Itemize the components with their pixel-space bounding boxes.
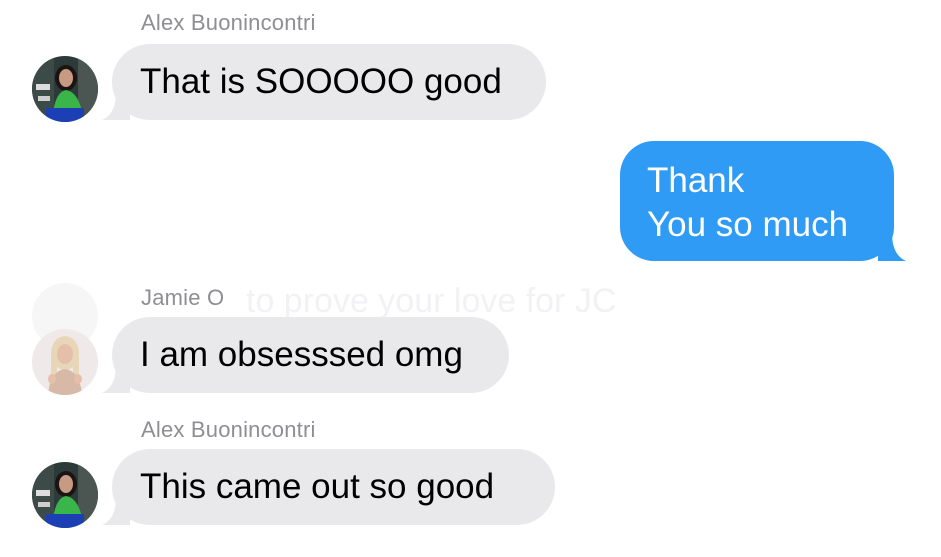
message-text: This came out so good — [140, 467, 495, 506]
avatar[interactable] — [32, 462, 98, 528]
bubble-tail — [878, 233, 906, 261]
bubble-tail — [102, 92, 130, 120]
sender-name: Alex Buonincontri — [141, 10, 316, 35]
message-thread: to prove your love for JC Alex Buonincon… — [0, 0, 941, 557]
sender-name: Alex Buonincontri — [141, 417, 316, 442]
message-text-line: You so much — [647, 205, 849, 244]
message-text: I am obsesssed omg — [140, 335, 463, 374]
avatar[interactable] — [32, 329, 98, 395]
message-bubble[interactable]: I am obsesssed omg — [102, 317, 509, 393]
ghost-overlay-text: to prove your love for JC — [246, 282, 617, 320]
message-text-line: Thank — [647, 161, 745, 200]
message-text: That is SOOOOO good — [140, 62, 502, 101]
message-bubble-outgoing[interactable]: Thank You so much — [620, 141, 906, 261]
message-bubble[interactable]: That is SOOOOO good — [102, 44, 546, 120]
bubble-tail — [102, 497, 130, 525]
sender-name: Jamie O — [141, 285, 225, 310]
avatar[interactable] — [32, 56, 98, 122]
message-bubble[interactable]: This came out so good — [102, 449, 555, 525]
bubble-tail — [102, 365, 130, 393]
